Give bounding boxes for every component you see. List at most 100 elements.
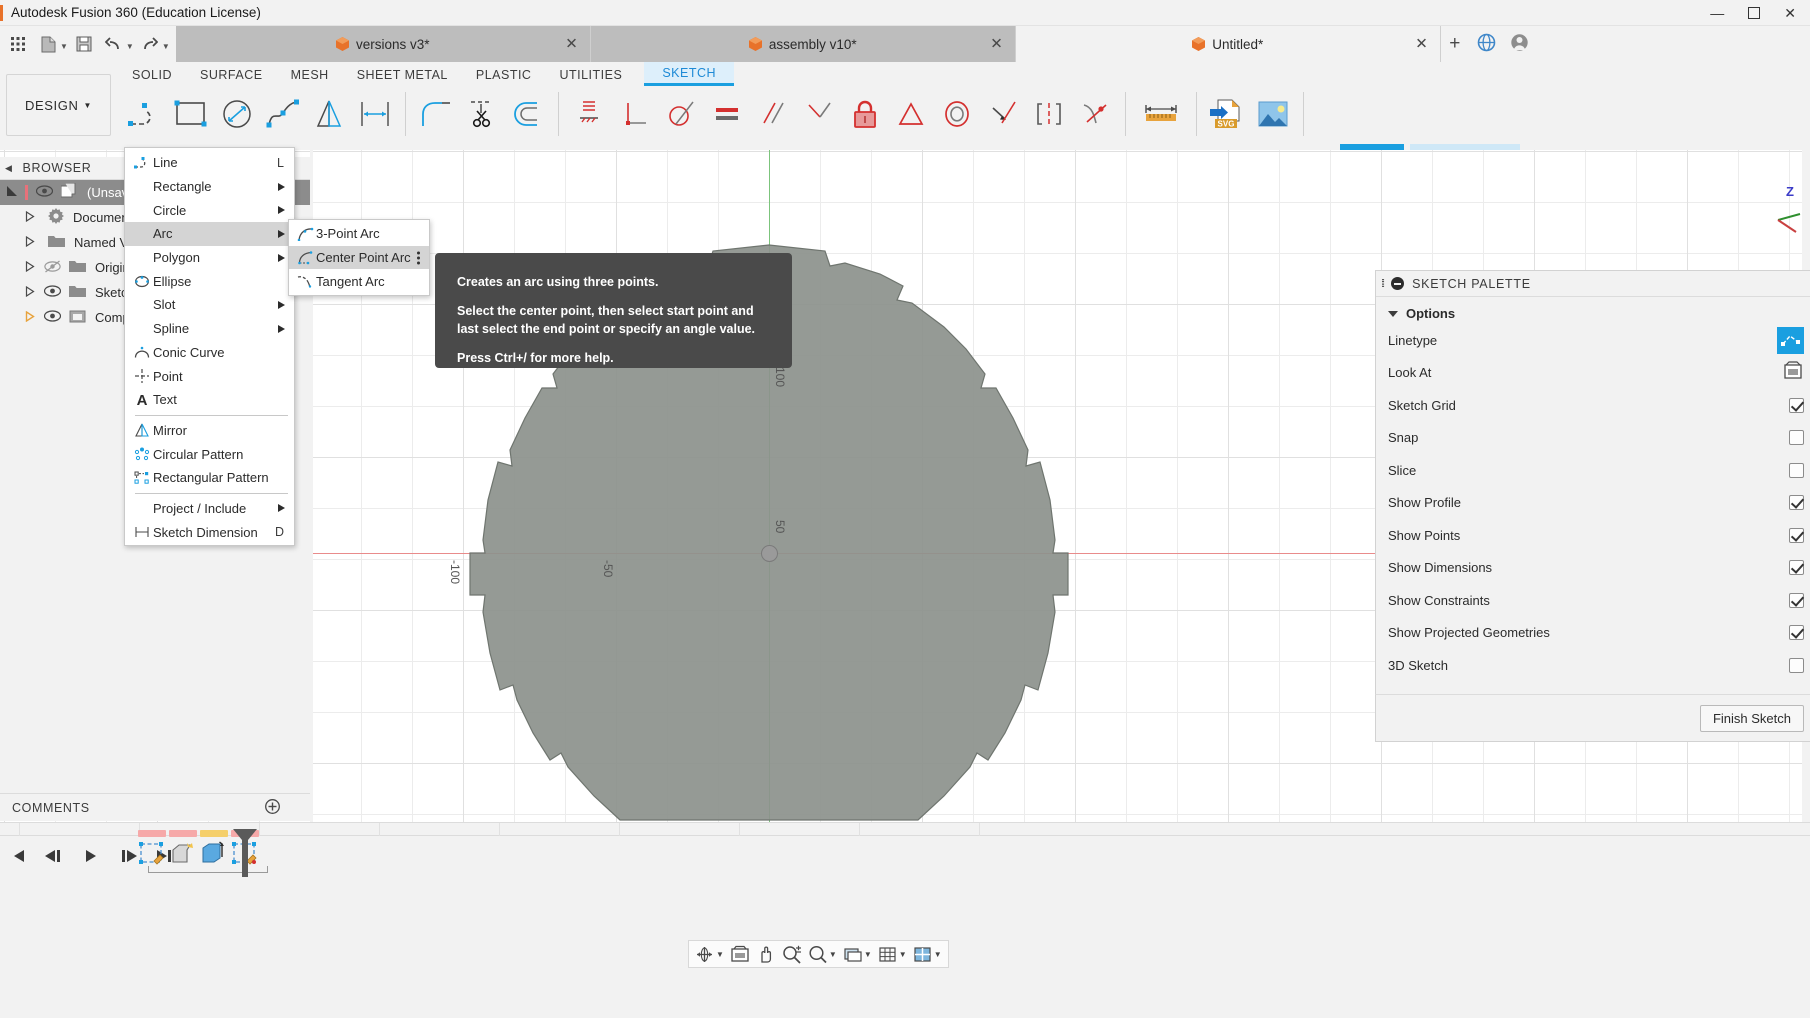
constraint-curvature-tool[interactable] xyxy=(1072,88,1118,140)
timeline-feature-1[interactable] xyxy=(169,830,197,870)
submenu-item-center-point-arc[interactable]: Center Point Arc xyxy=(289,246,429,270)
help-globe-icon[interactable] xyxy=(1477,33,1496,55)
playback-play-icon[interactable] xyxy=(82,847,100,868)
palette-row-show-projected-geometries[interactable]: Show Projected Geometries xyxy=(1376,617,1810,650)
sketch-grid-checkbox[interactable] xyxy=(1789,398,1804,413)
save-icon[interactable] xyxy=(70,29,98,59)
expand-arrow-icon[interactable] xyxy=(25,260,36,275)
palette-row-3d-sketch[interactable]: 3D Sketch xyxy=(1376,649,1810,682)
add-comment-icon[interactable] xyxy=(265,799,280,817)
palette-row-show-constraints[interactable]: Show Constraints xyxy=(1376,584,1810,617)
new-file-icon[interactable] xyxy=(34,29,62,59)
viewports-caret-icon[interactable]: ▼ xyxy=(934,950,942,959)
circle-tool[interactable] xyxy=(214,88,260,140)
comments-bar[interactable]: COMMENTS xyxy=(0,793,310,821)
timeline-feature-0[interactable] xyxy=(138,830,166,870)
measure-tool[interactable] xyxy=(1133,88,1189,140)
expand-arrow-icon[interactable] xyxy=(25,310,36,325)
expand-arrow-icon[interactable] xyxy=(25,285,36,300)
document-tab-close-1[interactable]: ✕ xyxy=(990,37,1003,52)
look-at-button[interactable] xyxy=(1782,361,1804,384)
menu-item-spline[interactable]: Spline xyxy=(125,317,294,341)
show-points-checkbox[interactable] xyxy=(1789,528,1804,543)
submenu-item-3-point-arc[interactable]: 3-Point Arc xyxy=(289,222,429,246)
constraint-midpoint-tool[interactable] xyxy=(888,88,934,140)
grid-snap-icon[interactable]: ▼ xyxy=(876,942,909,966)
grid-menu-icon[interactable] xyxy=(4,29,32,59)
user-account-icon[interactable] xyxy=(1510,33,1529,55)
document-tab-0[interactable]: versions v3* ✕ xyxy=(176,26,591,62)
expand-arrow-icon[interactable] xyxy=(25,235,36,250)
palette-collapse-icon[interactable] xyxy=(1391,277,1404,290)
show-dimensions-checkbox[interactable] xyxy=(1789,560,1804,575)
fillet-tool[interactable] xyxy=(413,88,459,140)
menu-item-point[interactable]: Point xyxy=(125,364,294,388)
eye-icon[interactable] xyxy=(44,310,61,325)
insert-image-tool[interactable] xyxy=(1250,88,1296,140)
palette-row-show-points[interactable]: Show Points xyxy=(1376,519,1810,552)
palette-row-linetype[interactable]: Linetype xyxy=(1376,324,1810,357)
palette-row-show-dimensions[interactable]: Show Dimensions xyxy=(1376,552,1810,585)
menu-item-project-include[interactable]: Project / Include xyxy=(125,497,294,521)
line-tool[interactable] xyxy=(122,88,168,140)
menu-item-text[interactable]: A Text xyxy=(125,388,294,412)
constraint-perpendicular-tool[interactable] xyxy=(612,88,658,140)
playback-step-back-icon[interactable] xyxy=(44,847,66,868)
menu-item-ellipse[interactable]: Ellipse xyxy=(125,269,294,293)
eye-icon[interactable] xyxy=(36,185,53,200)
origin-point[interactable] xyxy=(761,545,778,562)
eye-icon[interactable] xyxy=(44,285,61,300)
orbit-caret-icon[interactable]: ▼ xyxy=(716,950,724,959)
new-tab-button[interactable]: + xyxy=(1441,26,1469,62)
close-button[interactable]: ✕ xyxy=(1784,5,1796,22)
snap-checkbox[interactable] xyxy=(1789,430,1804,445)
spline-tool[interactable] xyxy=(260,88,306,140)
constraint-tangent-tool[interactable] xyxy=(658,88,704,140)
eye-off-icon[interactable] xyxy=(44,260,61,276)
menu-item-slot[interactable]: Slot xyxy=(125,293,294,317)
ribbon-tab-mesh[interactable]: MESH xyxy=(291,65,329,86)
mirror-tool[interactable] xyxy=(306,88,352,140)
redo-caret-icon[interactable]: ▼ xyxy=(162,42,170,51)
menu-item-sketch-dimension[interactable]: Sketch Dimension D xyxy=(125,520,294,544)
expand-arrow-icon[interactable] xyxy=(25,210,36,225)
ribbon-tab-surface[interactable]: SURFACE xyxy=(200,65,263,86)
document-tab-close-0[interactable]: ✕ xyxy=(565,37,578,52)
trim-tool[interactable] xyxy=(459,88,505,140)
submenu-item-tangent-arc[interactable]: Tangent Arc xyxy=(289,269,429,293)
menu-item-circle[interactable]: Circle xyxy=(125,198,294,222)
ribbon-tab-sheet-metal[interactable]: SHEET METAL xyxy=(357,65,448,86)
document-tab-2[interactable]: Untitled* ✕ xyxy=(1016,26,1441,62)
palette-grip-icon[interactable]: ⁞⁞ xyxy=(1381,278,1383,290)
zoom-window-icon[interactable]: ▼ xyxy=(806,942,839,966)
3d-sketch-checkbox[interactable] xyxy=(1789,658,1804,673)
show-projected-geometries-checkbox[interactable] xyxy=(1789,625,1804,640)
show-constraints-checkbox[interactable] xyxy=(1789,593,1804,608)
menu-item-rectangular-pattern[interactable]: Rectangular Pattern xyxy=(125,466,294,490)
ribbon-tab-sketch[interactable]: SKETCH xyxy=(644,62,734,86)
constraint-parallel-tool[interactable] xyxy=(750,88,796,140)
zoom-window-caret-icon[interactable]: ▼ xyxy=(829,950,837,959)
grid-snap-caret-icon[interactable]: ▼ xyxy=(899,950,907,959)
new-file-caret-icon[interactable]: ▼ xyxy=(60,42,68,51)
menu-item-line[interactable]: Line L xyxy=(125,151,294,175)
viewports-icon[interactable]: ▼ xyxy=(911,942,944,966)
linetype-button[interactable] xyxy=(1777,327,1804,354)
maximize-button[interactable] xyxy=(1748,7,1760,19)
constraint-fix-tool[interactable] xyxy=(842,88,888,140)
display-mode-icon[interactable]: ▼ xyxy=(841,942,874,966)
redo-icon[interactable] xyxy=(136,29,164,59)
menu-item-arc[interactable]: Arc xyxy=(125,222,294,246)
document-tab-close-2[interactable]: ✕ xyxy=(1415,37,1428,52)
offset-tool[interactable] xyxy=(505,88,551,140)
document-tab-1[interactable]: assembly v10* ✕ xyxy=(591,26,1016,62)
zoom-icon[interactable] xyxy=(780,942,804,966)
constraint-equal-tool[interactable] xyxy=(704,88,750,140)
display-mode-caret-icon[interactable]: ▼ xyxy=(864,950,872,959)
sketch-dimension-tool[interactable] xyxy=(352,88,398,140)
expand-arrow-icon[interactable] xyxy=(6,185,18,200)
pan-icon[interactable] xyxy=(754,942,778,966)
display-settings-icon[interactable] xyxy=(728,942,752,966)
sketch-palette-options-section[interactable]: Options xyxy=(1376,297,1810,324)
palette-row-slice[interactable]: Slice xyxy=(1376,454,1810,487)
